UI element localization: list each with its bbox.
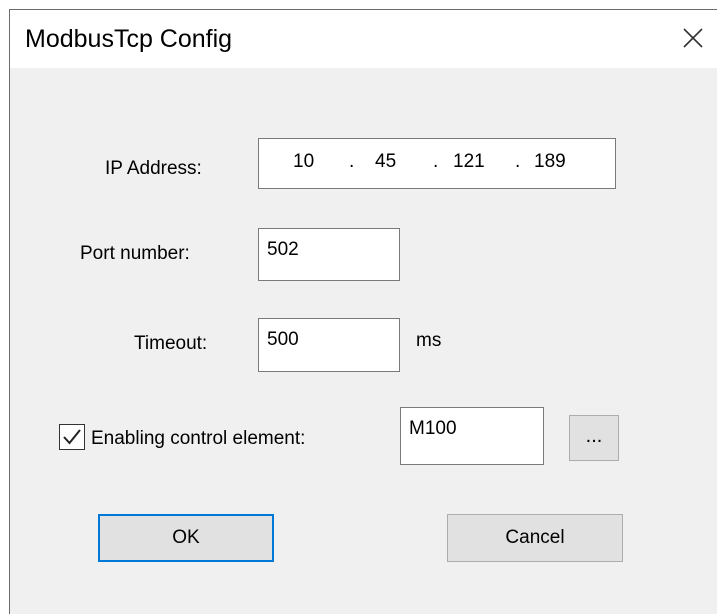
enable-control-checkbox[interactable] <box>59 424 85 450</box>
ip-octet-2[interactable]: 45 <box>375 151 396 173</box>
ip-separator: . <box>433 151 439 172</box>
modbus-config-dialog: ModbusTcp Config IP Address: 10 . 45 . 1… <box>9 9 717 614</box>
ip-separator: . <box>515 151 521 172</box>
timeout-field[interactable]: 500 <box>258 318 400 372</box>
ip-octet-3[interactable]: 121 <box>453 151 485 173</box>
port-number-field[interactable]: 502 <box>258 228 400 281</box>
timeout-label: Timeout: <box>134 333 208 354</box>
ip-address-label: IP Address: <box>105 158 202 179</box>
dialog-title: ModbusTcp Config <box>25 25 233 53</box>
port-number-value: 502 <box>267 239 299 260</box>
cancel-button[interactable]: Cancel <box>447 514 623 562</box>
timeout-value: 500 <box>267 329 299 350</box>
timeout-unit: ms <box>416 330 442 351</box>
ip-octet-4[interactable]: 189 <box>534 151 566 173</box>
ip-address-field[interactable]: 10 . 45 . 121 . 189 <box>258 138 616 189</box>
control-element-field[interactable]: M100 <box>400 407 544 465</box>
browse-button[interactable]: ... <box>569 415 619 461</box>
enable-control-label: Enabling control element: <box>91 428 306 449</box>
title-bar[interactable]: ModbusTcp Config <box>10 10 717 68</box>
checkmark-icon <box>63 429 81 445</box>
port-number-label: Port number: <box>80 243 190 264</box>
close-icon[interactable] <box>679 24 707 52</box>
ok-button[interactable]: OK <box>98 514 274 562</box>
control-element-value: M100 <box>409 418 457 439</box>
ip-octet-1[interactable]: 10 <box>293 151 314 173</box>
ip-separator: . <box>349 151 355 172</box>
